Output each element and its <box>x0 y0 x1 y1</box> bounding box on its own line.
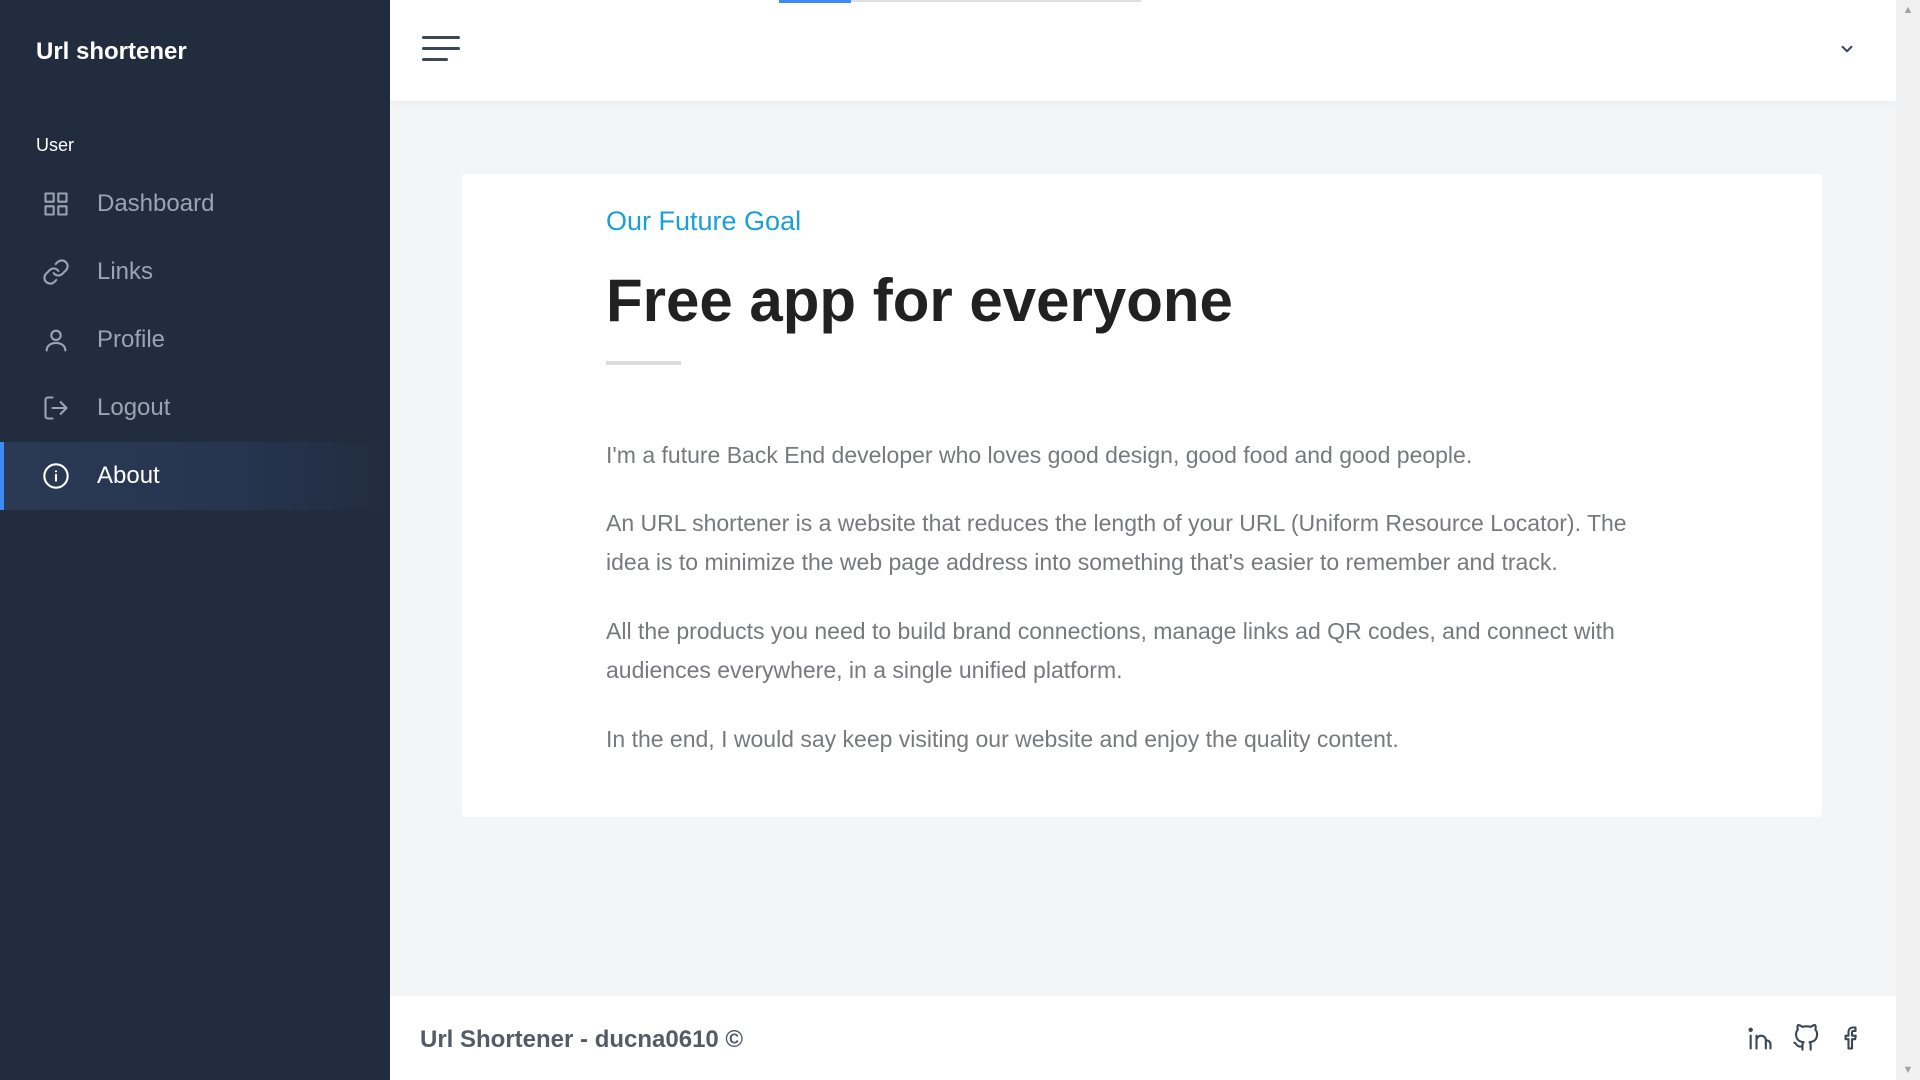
sidebar: Url shortener User Dashboard Links Profi… <box>0 0 390 1080</box>
app-brand[interactable]: Url shortener <box>36 38 187 66</box>
top-bar <box>390 0 1896 101</box>
logout-icon <box>41 393 71 423</box>
grid-icon <box>41 189 71 219</box>
sidebar-item-label: Profile <box>97 326 166 353</box>
sidebar-item-profile[interactable]: Profile <box>0 306 390 374</box>
page-title: Free app for everyone <box>606 267 1233 334</box>
sidebar-item-label: Dashboard <box>97 190 215 217</box>
sidebar-item-about[interactable]: About <box>0 442 390 510</box>
sidebar-item-logout[interactable]: Logout <box>0 374 390 442</box>
info-icon <box>41 461 71 491</box>
footer: Url Shortener - ducna0610 © <box>390 996 1896 1080</box>
sidebar-item-links[interactable]: Links <box>0 238 390 306</box>
about-paragraph: All the products you need to build brand… <box>606 618 1615 683</box>
scroll-down-arrow-icon[interactable]: ▼ <box>1896 1060 1920 1080</box>
about-card: Our Future Goal Free app for everyone I'… <box>462 174 1822 817</box>
chevron-down-icon[interactable] <box>1836 38 1858 60</box>
about-paragraph: I'm a future Back End developer who love… <box>606 442 1473 468</box>
about-paragraph: In the end, I would say keep visiting ou… <box>606 726 1399 752</box>
link-icon <box>41 257 71 287</box>
hamburger-icon[interactable] <box>422 36 460 66</box>
linkedin-icon[interactable] <box>1746 1024 1774 1052</box>
title-divider <box>606 361 681 365</box>
user-icon <box>41 325 71 355</box>
sidebar-item-label: About <box>97 462 160 489</box>
loading-progress-fill <box>779 0 852 3</box>
sidebar-nav: Dashboard Links Profile Logout About <box>0 170 390 510</box>
page-scrollbar[interactable]: ▲ ▼ <box>1896 0 1920 1080</box>
sidebar-item-label: Logout <box>97 394 171 421</box>
sidebar-item-dashboard[interactable]: Dashboard <box>0 170 390 238</box>
github-icon[interactable] <box>1792 1024 1820 1052</box>
about-paragraph: An URL shortener is a website that reduc… <box>606 510 1627 575</box>
sidebar-section-heading: User <box>36 135 75 155</box>
sidebar-item-label: Links <box>97 258 154 285</box>
scroll-up-arrow-icon[interactable]: ▲ <box>1896 0 1920 20</box>
facebook-icon[interactable] <box>1838 1024 1866 1052</box>
about-eyebrow: Our Future Goal <box>606 206 802 236</box>
footer-copyright: Url Shortener - ducna0610 © <box>420 1026 744 1053</box>
